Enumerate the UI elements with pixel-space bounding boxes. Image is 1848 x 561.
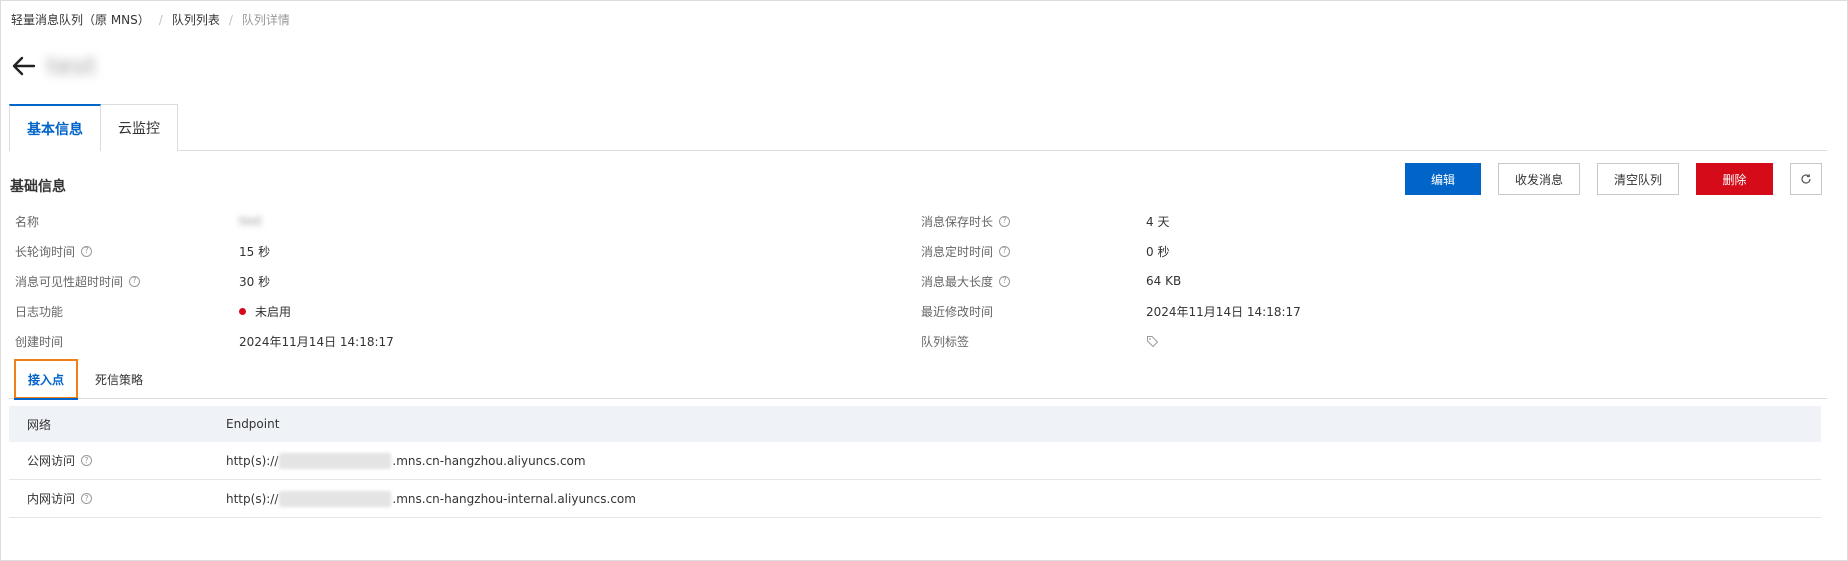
- long-poll-value: 15 秒: [239, 244, 271, 259]
- visibility-label-text: 消息可见性超时时间: [15, 274, 124, 289]
- send-receive-button[interactable]: 收发消息: [1498, 163, 1580, 195]
- long-poll-label: 长轮询时间?: [15, 243, 93, 260]
- delay-value: 0 秒: [1146, 244, 1170, 259]
- info-row: 名称 test 消息保存时长? 4 天: [1, 206, 1848, 236]
- help-icon[interactable]: ?: [81, 493, 93, 504]
- sub-tab-bar: 接入点 死信策略: [9, 359, 1827, 400]
- help-icon[interactable]: ?: [81, 455, 93, 466]
- delete-button[interactable]: 删除: [1696, 163, 1773, 195]
- help-icon[interactable]: ?: [129, 275, 141, 287]
- tab-dead-letter[interactable]: 死信策略: [95, 359, 143, 399]
- help-icon[interactable]: ?: [999, 215, 1011, 227]
- status-dot-icon: [239, 307, 246, 315]
- tab-endpoint[interactable]: 接入点: [14, 359, 78, 400]
- help-icon[interactable]: ?: [999, 245, 1011, 257]
- endpoint-cell: http(s):// .mns.cn-hangzhou-internal.aliy…: [226, 490, 636, 507]
- retention-label: 消息保存时长?: [921, 213, 1011, 230]
- info-row: 日志功能 未启用 最近修改时间 2024年11月14日 14:18:17: [1, 296, 1848, 326]
- breadcrumb-separator: /: [228, 12, 233, 27]
- created-value: 2024年11月14日 14:18:17: [239, 334, 394, 349]
- page-frame: 轻量消息队列（原 MNS） / 队列列表 / 队列详情 test 基本信息 云监…: [0, 0, 1848, 561]
- breadcrumb-queue-list[interactable]: 队列列表: [172, 11, 220, 28]
- header-network: 网络: [27, 417, 52, 432]
- visibility-label: 消息可见性超时时间?: [15, 273, 141, 290]
- toolbar: 编辑 收发消息 清空队列 删除: [1388, 163, 1822, 195]
- delay-label: 消息定时时间?: [921, 243, 1011, 260]
- network-cell: 内网访问?: [27, 490, 93, 507]
- breadcrumb: 轻量消息队列（原 MNS） / 队列列表 / 队列详情: [11, 11, 290, 28]
- table-row: 内网访问? http(s):// .mns.cn-hangzhou-interna…: [9, 480, 1821, 518]
- title-row: test: [9, 49, 97, 83]
- breadcrumb-product[interactable]: 轻量消息队列（原 MNS）: [11, 11, 150, 28]
- tag-icon[interactable]: [1146, 335, 1159, 348]
- created-label: 创建时间: [15, 334, 64, 349]
- long-poll-label-text: 长轮询时间: [15, 244, 76, 259]
- header-endpoint: Endpoint: [226, 417, 280, 431]
- redacted-account-id: [279, 452, 392, 469]
- clear-queue-button[interactable]: 清空队列: [1597, 163, 1679, 195]
- delay-label-text: 消息定时时间: [921, 244, 994, 259]
- endpoint-prefix: http(s)://: [226, 491, 279, 506]
- top-tab-bar: 基本信息 云监控: [9, 104, 1827, 152]
- max-size-label: 消息最大长度?: [921, 273, 1011, 290]
- endpoint-cell: http(s):// .mns.cn-hangzhou.aliyuncs.com: [226, 452, 586, 469]
- table-row: 公网访问? http(s):// .mns.cn-hangzhou.aliyunc…: [9, 442, 1821, 480]
- name-label: 名称: [15, 214, 40, 229]
- info-row: 创建时间 2024年11月14日 14:18:17 队列标签: [1, 326, 1848, 356]
- edit-button[interactable]: 编辑: [1405, 163, 1481, 195]
- log-status: 未启用: [239, 303, 291, 320]
- help-icon[interactable]: ?: [81, 245, 93, 257]
- section-title: 基础信息: [10, 179, 66, 195]
- tab-cloud-monitor[interactable]: 云监控: [100, 104, 178, 151]
- redacted-account-id: [279, 490, 392, 507]
- info-row: 消息可见性超时时间? 30 秒 消息最大长度? 64 KB: [1, 266, 1848, 296]
- log-value: 未启用: [255, 304, 292, 319]
- visibility-value: 30 秒: [239, 274, 271, 289]
- max-size-value: 64 KB: [1146, 274, 1182, 288]
- breadcrumb-queue-detail: 队列详情: [241, 13, 290, 27]
- modified-label: 最近修改时间: [921, 304, 994, 319]
- retention-value: 4 天: [1146, 214, 1170, 229]
- endpoint-suffix: .mns.cn-hangzhou.aliyuncs.com: [392, 453, 586, 468]
- endpoint-prefix: http(s)://: [226, 453, 279, 468]
- max-size-label-text: 消息最大长度: [921, 274, 994, 289]
- refresh-button[interactable]: [1790, 163, 1822, 195]
- info-row: 长轮询时间? 15 秒 消息定时时间? 0 秒: [1, 236, 1848, 266]
- modified-value: 2024年11月14日 14:18:17: [1146, 304, 1301, 319]
- name-value: test: [239, 214, 263, 228]
- refresh-icon: [1801, 174, 1811, 184]
- tab-basic-info[interactable]: 基本信息: [9, 104, 101, 152]
- retention-label-text: 消息保存时长: [921, 214, 994, 229]
- log-label: 日志功能: [15, 304, 64, 319]
- network-internal: 内网访问: [27, 492, 76, 506]
- endpoint-suffix: .mns.cn-hangzhou-internal.aliyuncs.com: [392, 491, 636, 506]
- back-arrow-icon[interactable]: [9, 51, 39, 81]
- help-icon[interactable]: ?: [999, 275, 1011, 287]
- breadcrumb-separator: /: [158, 12, 163, 27]
- endpoint-table: 网络 Endpoint 公网访问? http(s):// .mns.cn-hang…: [9, 406, 1821, 518]
- network-public: 公网访问: [27, 454, 76, 468]
- table-header: 网络 Endpoint: [9, 406, 1821, 442]
- tags-label: 队列标签: [921, 334, 970, 349]
- page-title: test: [47, 52, 98, 80]
- network-cell: 公网访问?: [27, 452, 93, 469]
